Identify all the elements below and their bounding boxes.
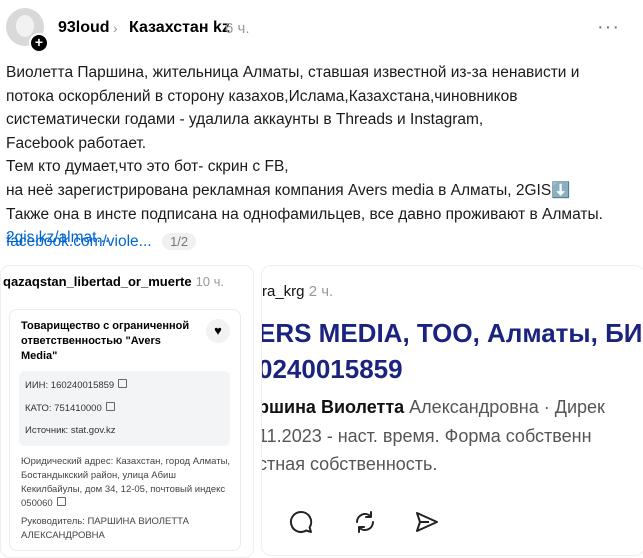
inn-text: ИИН: 160240015859 — [25, 380, 115, 391]
copy-icon[interactable] — [105, 402, 115, 411]
post-line: Тем кто думает,что это бот- скрин с FB, — [6, 158, 289, 176]
right-card-header: ra_krg 2 ч. — [262, 283, 333, 300]
right-card-time: 2 ч. — [308, 283, 334, 300]
ownership-line: стная собственность. — [261, 454, 438, 474]
username[interactable]: 93loud — [58, 19, 110, 37]
post-time: 6 ч. — [225, 20, 250, 37]
left-card-header: qazaqstan_libertad_or_muerte 10 ч. — [3, 274, 224, 289]
company-card: Товарищество с ограниченной ответственно… — [9, 309, 241, 551]
copy-icon[interactable] — [56, 497, 66, 506]
page-indicator: 1/2 — [162, 233, 197, 250]
head-text: Руководитель: ПАРШИНА ВИОЛЕТТА АЛЕКСАНДР… — [21, 516, 189, 541]
info-box: ИИН: 160240015859 КАТО: 751410000 Источн… — [19, 371, 230, 446]
kato-text: КАТО: 751410000 — [25, 403, 102, 414]
company-name: Товарищество с ограниченной ответственно… — [21, 320, 190, 362]
right-card-username: ra_krg — [262, 283, 305, 300]
more-options-icon[interactable]: ··· — [597, 16, 620, 39]
left-card-time: 10 ч. — [195, 274, 225, 289]
post-line: потока оскорблений в сторону казахов,Исл… — [6, 87, 518, 105]
post-line: систематически годами - удалила аккаунты… — [6, 111, 484, 129]
quoted-image-right[interactable]: ra_krg 2 ч. ERS MEDIA, ТОО, Алматы, БИН … — [261, 265, 643, 556]
follow-plus-icon[interactable]: + — [29, 33, 49, 53]
link-facebook[interactable]: facebook.com/viole... — [6, 233, 152, 250]
post-line: Виолетта Паршина, жительница Алматы, ста… — [6, 64, 580, 81]
post-header: + 93loud › Казахстан kz 6 ч. ··· — [0, 0, 643, 58]
quoted-image-left[interactable]: qazaqstan_libertad_or_muerte 10 ч. Товари… — [0, 265, 254, 558]
left-card-username: qazaqstan_libertad_or_muerte — [3, 274, 192, 289]
legal-address: Юридический адрес: Казахстан, город Алма… — [21, 455, 231, 511]
link-row: facebook.com/viole... 1/2 — [6, 233, 197, 259]
company-bin: 0240015859 — [261, 354, 403, 384]
chevron-right-icon: › — [113, 20, 118, 36]
share-icon[interactable] — [414, 509, 440, 535]
comment-icon[interactable] — [288, 509, 314, 535]
director-name: ршина Виолетта — [261, 397, 405, 417]
address-text: Юридический адрес: Казахстан, город Алма… — [21, 456, 231, 509]
community-name[interactable]: Казахстан kz — [129, 19, 230, 37]
director-role: Александровна · Дирек — [404, 397, 605, 417]
kato-row: КАТО: 751410000 — [25, 402, 115, 414]
post-line: Facebook работает. — [6, 134, 147, 152]
avatar-face — [16, 15, 34, 37]
source-text: Источник: stat.gov.kz — [25, 425, 116, 436]
director-line: ршина Виолетта Александровна · Дирек — [261, 397, 605, 418]
heart-icon[interactable]: ♥ — [206, 319, 230, 343]
repost-icon[interactable] — [352, 509, 378, 535]
post-line: на неё зарегистрирована рекламная компан… — [6, 181, 571, 199]
copy-icon[interactable] — [118, 379, 128, 388]
period-line: 11.2023 - наст. время. Форма собственн — [261, 426, 592, 446]
inn-row: ИИН: 160240015859 — [25, 379, 128, 391]
company-title: ERS MEDIA, ТОО, Алматы, БИН — [261, 318, 643, 348]
post-text: Виолетта Паршина, жительница Алматы, ста… — [6, 61, 636, 250]
post-line: Также она в инсте подписана на однофамил… — [6, 205, 603, 223]
